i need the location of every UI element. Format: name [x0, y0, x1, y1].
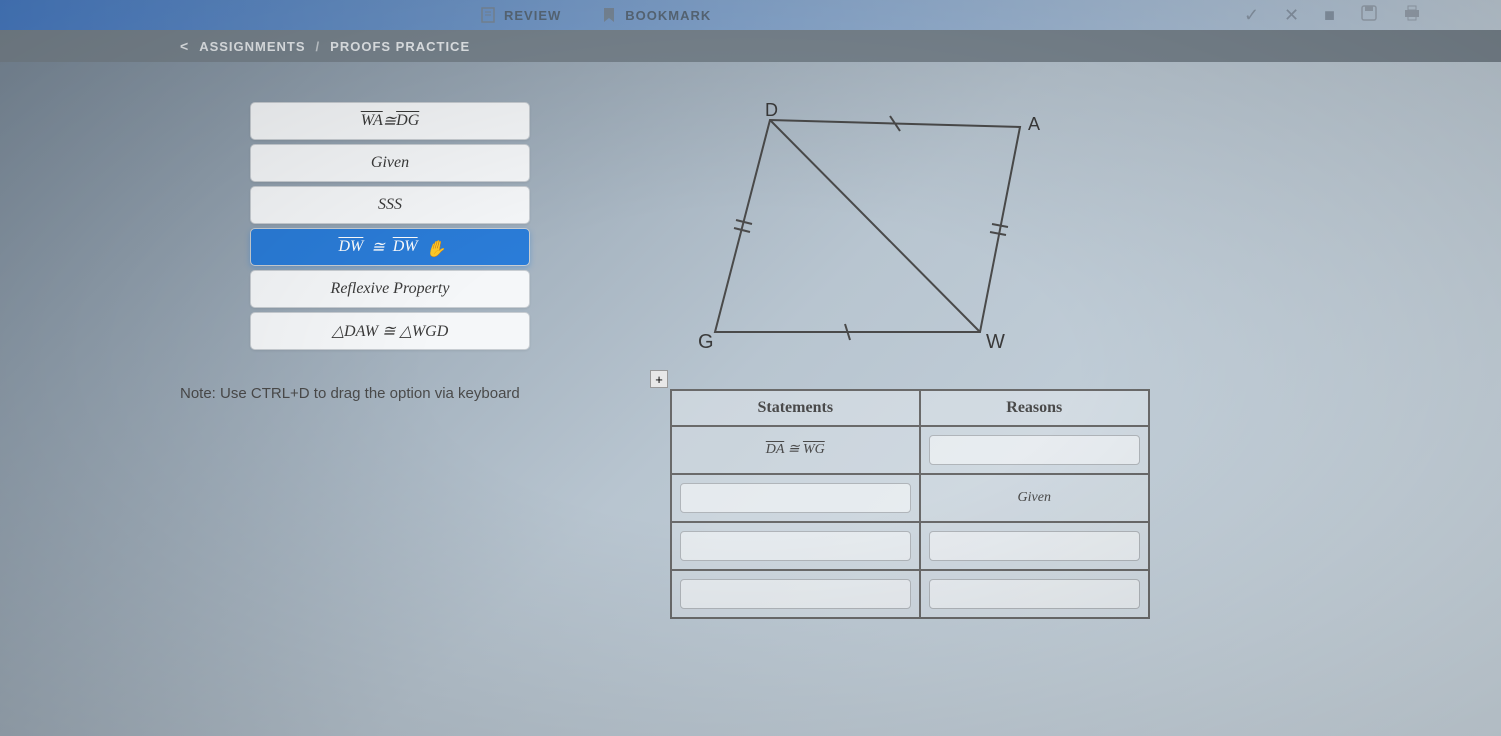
statement-cell: DA ≅ WG — [671, 426, 920, 474]
reasons-header: Reasons — [920, 390, 1149, 426]
svg-text:A: A — [1028, 114, 1040, 134]
svg-text:D: D — [765, 102, 778, 120]
breadcrumb: < ASSIGNMENTS / PROOFS PRACTICE — [0, 30, 1501, 62]
bookmark-icon — [601, 7, 617, 23]
option-sss[interactable]: SSS — [250, 186, 530, 224]
option-triangles[interactable]: △DAW ≅ △WGD — [250, 312, 530, 350]
drop-slot[interactable] — [680, 483, 911, 513]
option-reflexive[interactable]: Reflexive Property — [250, 270, 530, 308]
close-icon[interactable]: ✕ — [1284, 5, 1299, 26]
breadcrumb-separator: / — [316, 39, 321, 54]
table-row — [671, 522, 1149, 570]
content-area: WA ≅ DG Given SSS DW ≅ DW ✋ Reflexive Proper… — [0, 62, 1501, 619]
reason-cell[interactable] — [920, 426, 1149, 474]
table-row — [671, 570, 1149, 618]
svg-text:G: G — [698, 331, 714, 353]
review-label: REVIEW — [504, 8, 561, 23]
options-column: WA ≅ DG Given SSS DW ≅ DW ✋ Reflexive Proper… — [180, 102, 600, 619]
table-row: DA ≅ WG — [671, 426, 1149, 474]
print-icon[interactable] — [1403, 5, 1421, 26]
reason-cell[interactable] — [920, 522, 1149, 570]
top-actions: ✓ ✕ ■ — [1244, 4, 1421, 27]
top-tab-bar: REVIEW BOOKMARK ✓ ✕ ■ — [0, 0, 1501, 30]
file-icon — [480, 7, 496, 23]
option-list: WA ≅ DG Given SSS DW ≅ DW ✋ Reflexive Proper… — [180, 102, 600, 350]
cursor-hand-icon: ✋ — [422, 239, 446, 259]
add-row-button[interactable]: + — [650, 370, 668, 388]
drop-slot[interactable] — [929, 435, 1140, 465]
option-given[interactable]: Given — [250, 144, 530, 182]
drop-slot[interactable] — [680, 531, 911, 561]
option-wa-dg[interactable]: WA ≅ DG — [250, 102, 530, 140]
statements-header: Statements — [671, 390, 920, 426]
reason-cell[interactable] — [920, 570, 1149, 618]
drop-slot[interactable] — [680, 579, 911, 609]
reason-cell: Given — [920, 474, 1149, 522]
table-row: Given — [671, 474, 1149, 522]
keyboard-note: Note: Use CTRL+D to drag the option via … — [180, 385, 600, 402]
statement-cell[interactable] — [671, 522, 920, 570]
check-icon[interactable]: ✓ — [1244, 5, 1259, 26]
stop-icon[interactable]: ■ — [1324, 5, 1335, 26]
drop-slot[interactable] — [929, 531, 1140, 561]
breadcrumb-assignments[interactable]: ASSIGNMENTS — [199, 39, 305, 54]
drop-slot[interactable] — [929, 579, 1140, 609]
option-dw-dw[interactable]: DW ≅ DW ✋ — [250, 228, 530, 266]
statement-cell[interactable] — [671, 474, 920, 522]
breadcrumb-current: PROOFS PRACTICE — [330, 39, 470, 54]
svg-text:W: W — [986, 331, 1005, 353]
statement-cell[interactable] — [671, 570, 920, 618]
bookmark-tab[interactable]: BOOKMARK — [601, 7, 711, 23]
right-column: D A G W + Statements Reasons DA ≅ WGGive… — [660, 102, 1210, 619]
save-icon[interactable] — [1360, 4, 1378, 27]
bookmark-label: BOOKMARK — [625, 8, 711, 23]
chevron-left-icon[interactable]: < — [180, 38, 189, 54]
review-tab[interactable]: REVIEW — [480, 7, 561, 23]
proof-table: Statements Reasons DA ≅ WGGiven — [670, 389, 1150, 619]
diagram: D A G W — [680, 102, 1210, 362]
